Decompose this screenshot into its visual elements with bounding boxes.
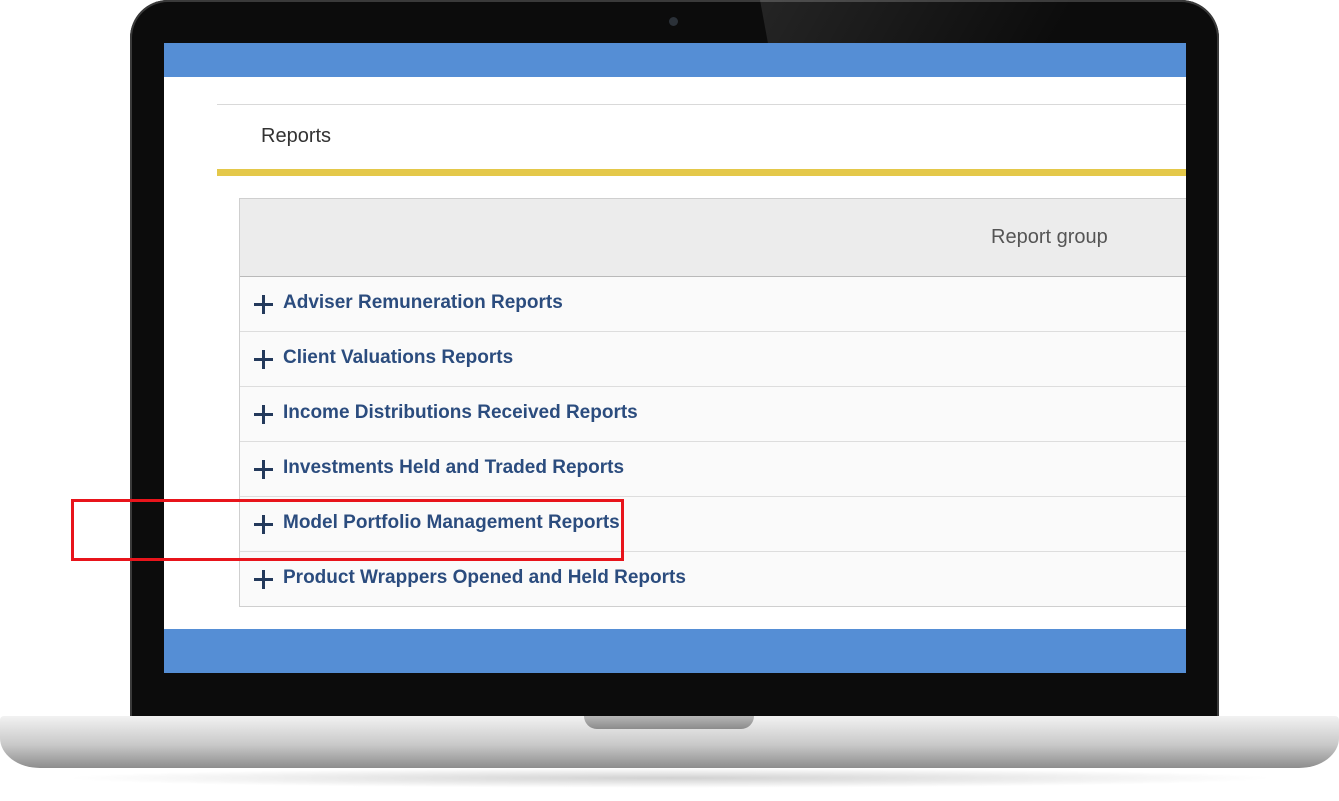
title-accent-rule	[217, 169, 1186, 176]
report-group-label[interactable]: Product Wrappers Opened and Held Reports	[283, 567, 686, 589]
page-title: Reports	[261, 125, 332, 147]
report-group-row-investments-held[interactable]: Investments Held and Traded Reports	[240, 442, 1186, 497]
report-group-label[interactable]: Income Distributions Received Reports	[283, 402, 638, 424]
column-header-report-group[interactable]: Report group	[991, 226, 1108, 249]
bottom-banner	[164, 629, 1186, 673]
report-group-row-client-valuations[interactable]: Client Valuations Reports	[240, 332, 1186, 387]
plus-icon[interactable]	[253, 404, 273, 424]
report-group-label[interactable]: Adviser Remuneration Reports	[283, 292, 563, 314]
report-group-row-income-distributions[interactable]: Income Distributions Received Reports	[240, 387, 1186, 442]
report-group-label[interactable]: Investments Held and Traded Reports	[283, 457, 624, 479]
highlight-annotation-box	[71, 499, 624, 561]
top-banner	[164, 43, 1186, 77]
laptop-screen: Reports Report group Adviser Remuneratio…	[164, 43, 1186, 673]
report-group-row-adviser-remuneration[interactable]: Adviser Remuneration Reports	[240, 277, 1186, 332]
plus-icon[interactable]	[253, 459, 273, 479]
table-header: Report group	[240, 199, 1186, 277]
laptop-notch	[584, 716, 754, 729]
plus-icon[interactable]	[253, 569, 273, 589]
report-group-label[interactable]: Client Valuations Reports	[283, 347, 513, 369]
laptop-shadow	[60, 768, 1280, 788]
plus-icon[interactable]	[253, 294, 273, 314]
camera-icon	[669, 17, 678, 26]
plus-icon[interactable]	[253, 349, 273, 369]
header-divider	[217, 104, 1186, 105]
